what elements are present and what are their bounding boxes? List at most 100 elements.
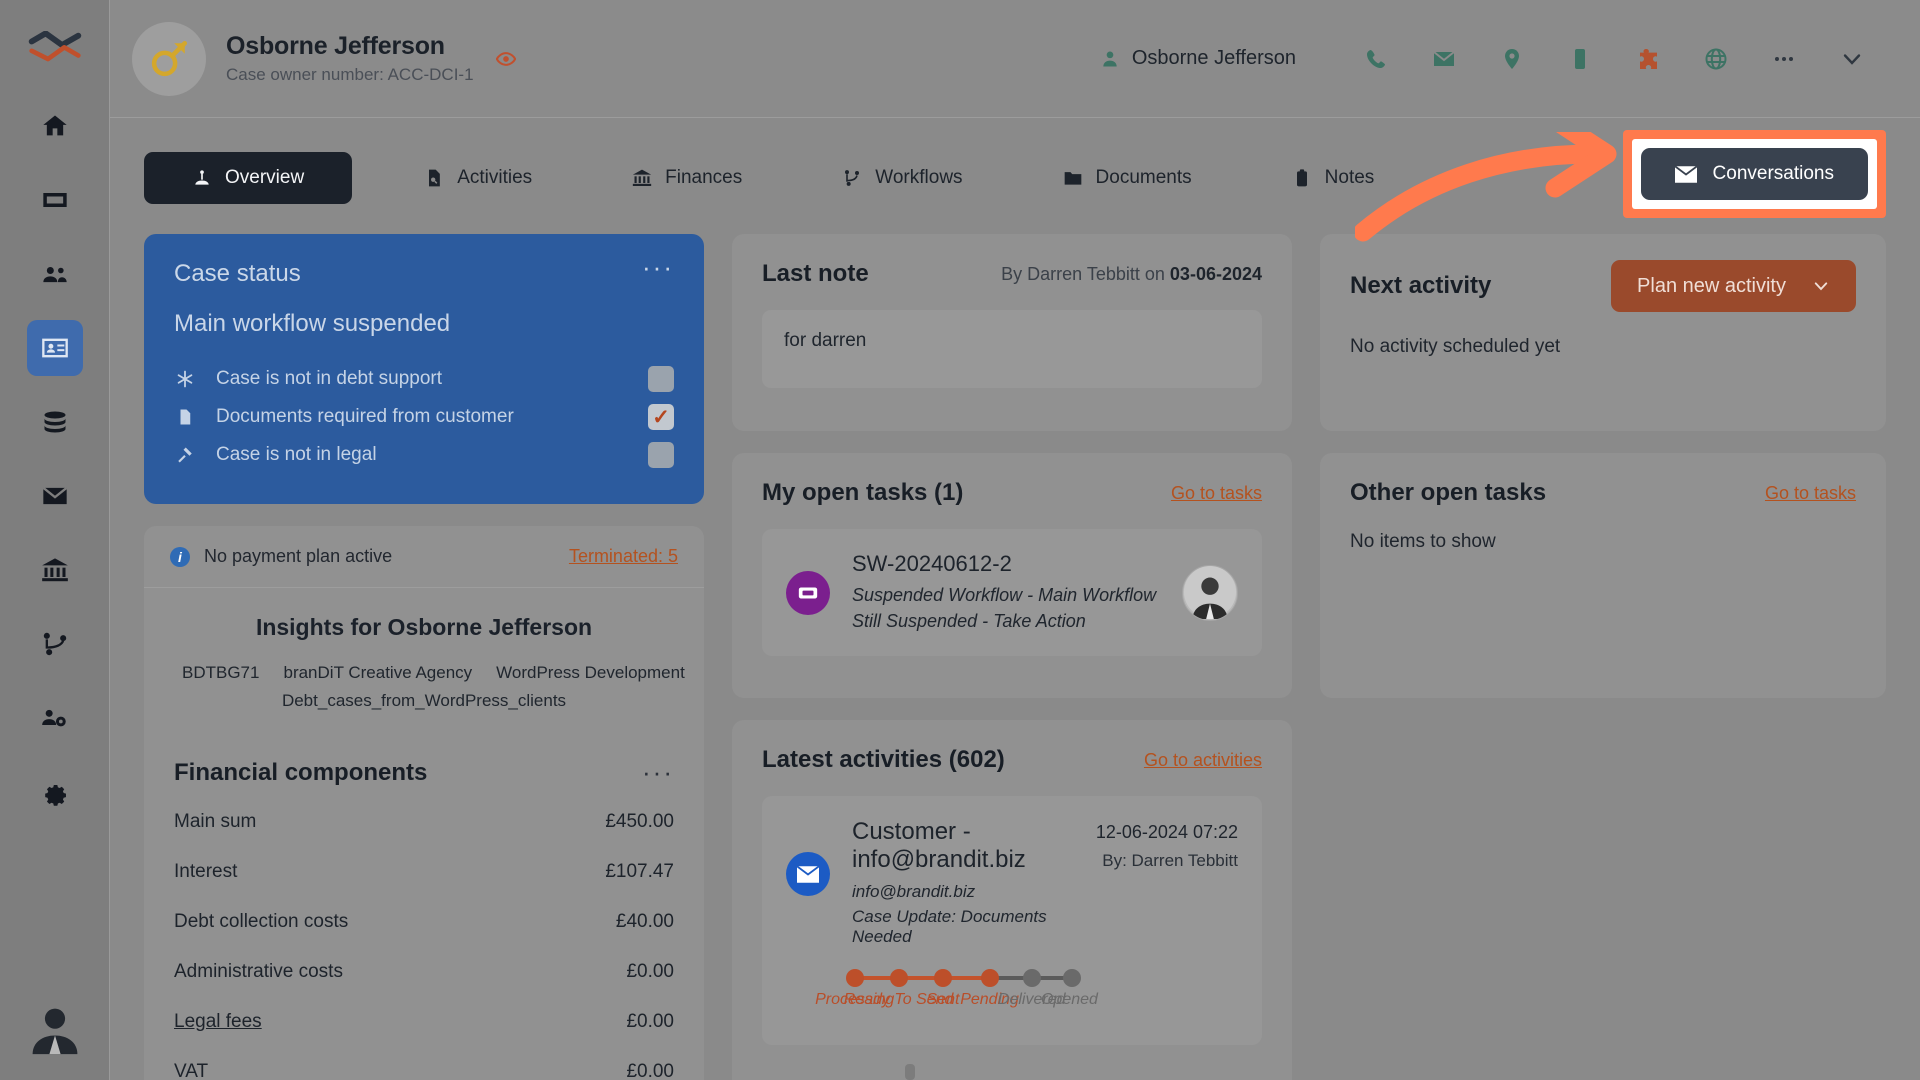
content-area: Overview Activities Finances Workflows D…: [110, 118, 1920, 1080]
financial-components-menu-icon[interactable]: ···: [642, 760, 674, 785]
case-status-row: Documents required from customer: [174, 398, 674, 436]
sidebar-item-cases[interactable]: [27, 172, 83, 228]
next-activity-card: Next activity Plan new activity No activ…: [1320, 234, 1886, 431]
other-open-tasks-header: Other open tasks Go to tasks: [1320, 453, 1886, 507]
sidebar-item-case-owner[interactable]: [26, 320, 83, 376]
insight-tag: Debt_cases_from_WordPress_clients: [281, 691, 567, 711]
plan-new-activity-button[interactable]: Plan new activity: [1611, 260, 1856, 312]
other-open-tasks-empty: No items to show: [1350, 531, 1496, 552]
sidebar-item-home[interactable]: [27, 98, 83, 154]
insights-title: Insights for Osborne Jefferson: [255, 614, 593, 640]
database-icon: [44, 411, 65, 433]
dashboard-grid: Case status ··· Main workflow suspended …: [144, 234, 1886, 1080]
financial-row-label-link[interactable]: Legal fees: [174, 1011, 262, 1033]
financial-row: Legal fees £0.00: [144, 997, 704, 1047]
payment-plan-strip: i No payment plan active Terminated: 5: [144, 526, 704, 588]
task-list-item[interactable]: SW-20240612-2 Suspended Workflow - Main …: [762, 529, 1262, 657]
more-icon[interactable]: [1750, 32, 1818, 86]
case-status-checkbox[interactable]: [648, 404, 674, 430]
sidebar-item-settings[interactable]: [27, 764, 83, 820]
activity-progress-steps: Processing Ready To Send Sent Pending De…: [815, 965, 1098, 1023]
location-pin-icon[interactable]: [1478, 32, 1546, 86]
financial-row-value: £0.00: [626, 961, 674, 983]
activities-icon: [429, 169, 441, 187]
step-dot[interactable]: [845, 969, 864, 987]
tab-documents-label: Documents: [1095, 167, 1192, 188]
next-activity-empty: No activity scheduled yet: [1350, 336, 1561, 357]
header-actions: Osborne Jefferson: [1100, 32, 1886, 86]
activity-title: Customer - info@brandit.biz: [852, 818, 1026, 873]
task-description: Suspended Workflow - Main Workflow Still…: [852, 585, 1157, 632]
financial-row: Debt collection costs £40.00: [144, 897, 704, 947]
case-status-checkbox[interactable]: [648, 366, 674, 392]
step-labels: Processing Ready To Send Sent Pending De…: [815, 991, 1098, 1017]
tab-documents[interactable]: Documents: [1035, 152, 1220, 204]
case-status-checkbox[interactable]: [648, 442, 674, 468]
mobile-icon[interactable]: [1546, 32, 1614, 86]
financial-components-title: Financial components: [174, 759, 428, 787]
sidebar-item-teams[interactable]: [27, 690, 83, 746]
column-left: Case status ··· Main workflow suspended …: [144, 234, 704, 1080]
male-gender-icon: [132, 21, 206, 96]
financial-row-label: Main sum: [174, 811, 257, 833]
sidebar-item-data[interactable]: [27, 394, 83, 450]
step-dot[interactable]: [1022, 969, 1041, 987]
step-dot[interactable]: [980, 969, 999, 987]
sidebar-item-finances[interactable]: [27, 542, 83, 598]
contact-card-icon: [41, 338, 68, 358]
globe-icon[interactable]: [1682, 32, 1750, 86]
sidebar-item-customers[interactable]: [27, 246, 83, 302]
insights-card: i No payment plan active Terminated: 5 I…: [144, 526, 704, 1080]
financial-row-label: Debt collection costs: [174, 911, 349, 933]
envelope-icon: [42, 486, 67, 505]
tab-overview[interactable]: Overview: [144, 152, 353, 204]
scroll-handle[interactable]: [905, 1064, 915, 1080]
case-status-row-label: Documents required from customer: [216, 406, 514, 427]
case-status-row-label: Case is not in debt support: [216, 368, 443, 389]
step-label: Opened: [1040, 991, 1098, 1008]
phone-icon[interactable]: [1342, 32, 1410, 86]
tab-activities[interactable]: Activities: [396, 152, 560, 204]
step-dot[interactable]: [1062, 969, 1081, 987]
page-title: Osborne Jefferson: [226, 32, 445, 61]
financial-components-header: Financial components ···: [144, 737, 704, 797]
latest-activities-title: Latest activities (602): [762, 746, 1005, 773]
go-to-tasks-link[interactable]: Go to tasks: [1171, 483, 1262, 504]
case-header-bar: Osborne Jefferson Case owner number: ACC…: [110, 0, 1920, 118]
conversations-button[interactable]: Conversations: [1640, 148, 1868, 200]
step-dot[interactable]: [889, 969, 908, 987]
header-contact-name[interactable]: Osborne Jefferson: [1100, 47, 1296, 70]
card-icon: [42, 193, 67, 207]
activity-meta: 12-06-2024 07:22 By: Darren Tebbitt: [1096, 818, 1238, 1023]
tab-notes[interactable]: Notes: [1264, 152, 1403, 204]
sidebar-item-workflows[interactable]: [27, 616, 83, 672]
activity-list-item[interactable]: Customer - info@brandit.biz info@brandit…: [762, 796, 1262, 1045]
go-to-activities-link[interactable]: Go to activities: [1144, 750, 1262, 771]
sidebar-item-mail[interactable]: [27, 468, 83, 524]
workflow-icon: [43, 632, 66, 656]
gavel-icon: [174, 446, 196, 464]
last-note-body[interactable]: for darren: [762, 310, 1262, 388]
financial-row-value: £0.00: [626, 1011, 674, 1033]
step-dot[interactable]: [933, 969, 952, 987]
conversations-highlight-inner: Conversations: [1631, 139, 1877, 209]
case-status-menu-icon[interactable]: ···: [642, 254, 674, 279]
tab-workflows-label: Workflows: [875, 167, 963, 188]
tab-finances[interactable]: Finances: [604, 152, 770, 204]
puzzle-icon[interactable]: [1614, 32, 1682, 86]
terminated-link[interactable]: Terminated: 5: [569, 546, 678, 567]
eye-icon[interactable]: [495, 49, 516, 69]
tab-workflows[interactable]: Workflows: [814, 152, 990, 204]
insight-tag: branDiT Creative Agency: [283, 663, 473, 682]
my-open-tasks-title: My open tasks (1): [762, 479, 964, 506]
sidebar-user-avatar[interactable]: [27, 1000, 83, 1056]
go-to-tasks-link[interactable]: Go to tasks: [1765, 483, 1856, 504]
right-column-spacer: [1320, 720, 1886, 1080]
chevron-down-icon[interactable]: [1818, 32, 1886, 86]
next-activity-header: Next activity Plan new activity: [1320, 234, 1886, 312]
app-logo-icon[interactable]: [27, 20, 83, 76]
financial-row-label: Administrative costs: [174, 961, 343, 983]
case-status-card: Case status ··· Main workflow suspended …: [144, 234, 704, 504]
steps-line: [845, 965, 1081, 991]
envelope-icon[interactable]: [1410, 32, 1478, 86]
